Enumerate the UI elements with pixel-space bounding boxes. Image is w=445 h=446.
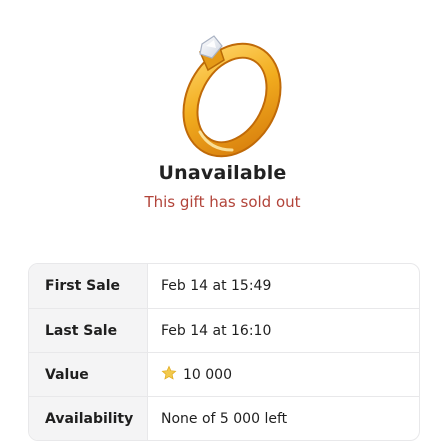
last-sale-label: Last Sale: [45, 323, 118, 339]
availability-label: Availability: [45, 411, 134, 427]
table-row-value: Value 10 000: [29, 352, 419, 397]
availability-value: None of 5 000 left: [161, 411, 288, 427]
status-title: Unavailable: [158, 162, 287, 184]
value-value-container: 10 000: [161, 353, 232, 397]
last-sale-value: Feb 14 at 16:10: [161, 323, 272, 339]
value-label: Value: [45, 367, 89, 383]
value-amount: 10 000: [183, 367, 232, 383]
ring-icon: [182, 35, 282, 158]
first-sale-label: First Sale: [45, 278, 120, 294]
status-subtitle: This gift has sold out: [144, 193, 301, 211]
gift-info-page: Unavailable This gift has sold out First…: [0, 0, 445, 446]
first-sale-value: Feb 14 at 15:49: [161, 278, 272, 294]
star-icon: [161, 365, 177, 380]
table-row-last-sale: Last Sale Feb 14 at 16:10: [29, 308, 419, 353]
table-row-availability: Availability None of 5 000 left: [29, 396, 419, 440]
gift-details-table: First Sale Feb 14 at 15:49 Last Sale Feb…: [28, 263, 420, 441]
table-row-first-sale: First Sale Feb 14 at 15:49: [29, 264, 419, 308]
